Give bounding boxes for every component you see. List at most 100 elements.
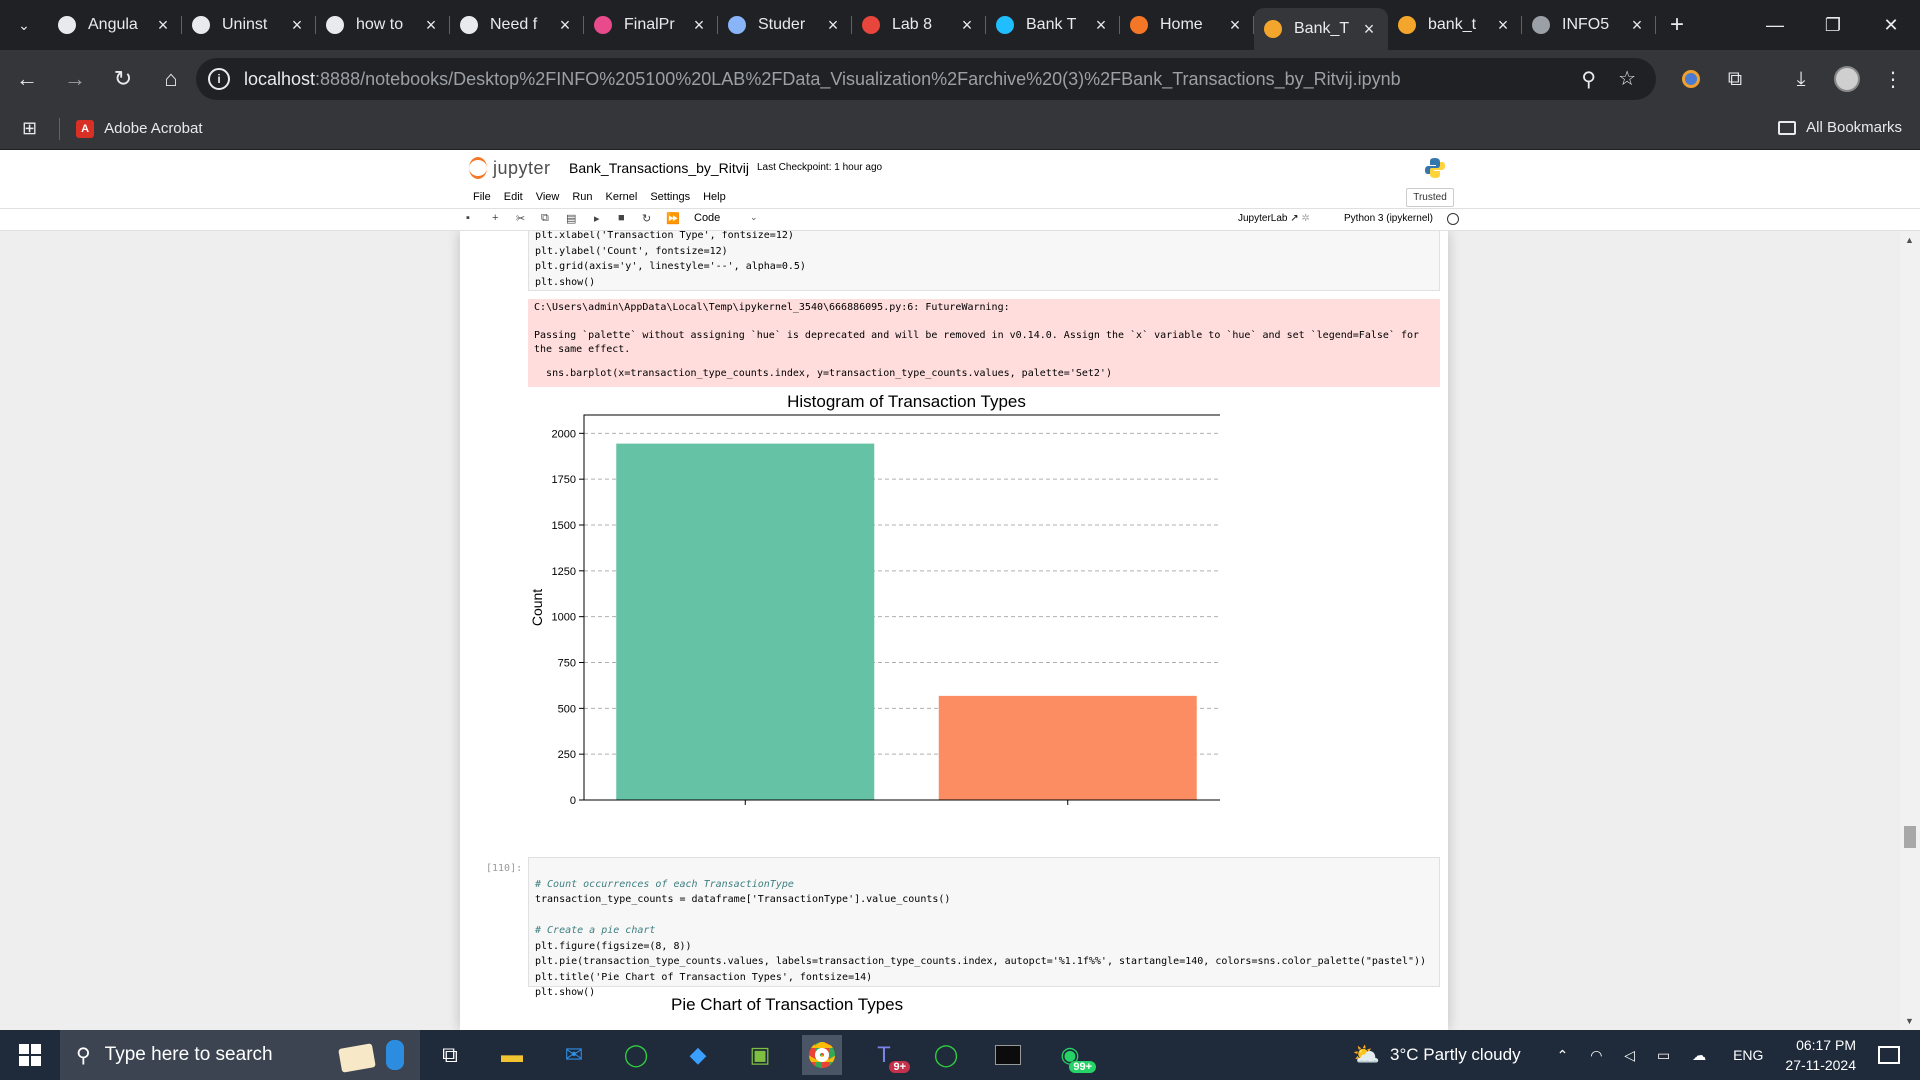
app-ring-2-icon[interactable]: ◯: [926, 1035, 966, 1075]
language-indicator[interactable]: ENG: [1733, 1047, 1763, 1063]
paste-icon[interactable]: ▤: [566, 212, 576, 225]
extensions-puzzle-icon[interactable]: ⧉: [1714, 58, 1756, 100]
y-tick-label: 250: [558, 749, 576, 761]
zoom-icon[interactable]: ⚲: [1581, 67, 1596, 92]
browser-tab[interactable]: Uninst ×: [182, 7, 316, 43]
browser-tab[interactable]: Need f ×: [450, 7, 584, 43]
menu-item-help[interactable]: Help: [703, 191, 726, 203]
notebook-icon: [1264, 20, 1282, 38]
code-line: plt.show(): [535, 987, 596, 998]
close-tab-icon[interactable]: ×: [556, 15, 574, 36]
browser-tab[interactable]: bank_t ×: [1388, 7, 1522, 43]
tab-search-button[interactable]: ⌄: [8, 9, 40, 41]
code-cell-pie[interactable]: # Count occurrences of each TransactionT…: [528, 857, 1440, 998]
reload-button[interactable]: ↻: [102, 58, 144, 100]
terminal-icon[interactable]: [988, 1035, 1028, 1075]
forward-button[interactable]: →: [54, 58, 96, 100]
minimize-button[interactable]: —: [1746, 0, 1804, 50]
scroll-down-icon[interactable]: ▼: [1905, 1016, 1914, 1026]
url-text[interactable]: localhost:8888/notebooks/Desktop%2FINFO%…: [244, 69, 1401, 90]
menu-item-file[interactable]: File: [473, 191, 491, 203]
fast-forward-icon[interactable]: ⏩: [666, 212, 680, 225]
clock[interactable]: 06:17 PM 27-11-2024: [1785, 1035, 1856, 1075]
bookmark-star-icon[interactable]: ☆: [1618, 66, 1636, 91]
restart-icon[interactable]: ↻: [642, 212, 651, 225]
close-tab-icon[interactable]: ×: [690, 15, 708, 36]
taskbar-search[interactable]: ⚲ Type here to search: [60, 1030, 420, 1080]
menu-item-run[interactable]: Run: [572, 191, 592, 203]
chrome-icon[interactable]: [802, 1035, 842, 1075]
menu-item-kernel[interactable]: Kernel: [606, 191, 638, 203]
close-tab-icon[interactable]: ×: [1494, 15, 1512, 36]
close-tab-icon[interactable]: ×: [1360, 19, 1378, 40]
file-explorer-icon[interactable]: ▬: [492, 1035, 532, 1075]
browser-tab[interactable]: Bank T ×: [986, 7, 1120, 43]
menu-item-view[interactable]: View: [536, 191, 560, 203]
weather-widget[interactable]: ⛅ 3°C Partly cloudy: [1353, 1042, 1521, 1068]
kernel-name[interactable]: Python 3 (ipykernel): [1344, 213, 1433, 224]
stop-icon[interactable]: ■: [618, 212, 625, 224]
profile-avatar[interactable]: [1826, 58, 1868, 100]
scroll-up-icon[interactable]: ▲: [1905, 235, 1914, 245]
browser-tab[interactable]: INFO5 ×: [1522, 7, 1656, 43]
browser-tab[interactable]: FinalPr ×: [584, 7, 718, 43]
notebook-title[interactable]: Bank_Transactions_by_Ritvij: [569, 160, 749, 176]
y-tick-label: 1500: [552, 520, 576, 532]
browser-tab[interactable]: Home ×: [1120, 7, 1254, 43]
run-icon[interactable]: ▸: [594, 212, 600, 225]
site-info-icon[interactable]: i: [208, 68, 230, 90]
restore-button[interactable]: ❐: [1804, 0, 1862, 50]
notification-center-icon[interactable]: [1878, 1046, 1900, 1064]
apps-grid-icon[interactable]: ⊞: [22, 118, 37, 139]
browser-tab[interactable]: Angula ×: [48, 7, 182, 43]
browser-tab[interactable]: Studer ×: [718, 7, 852, 43]
vertical-scrollbar[interactable]: ▲ ▼: [1900, 231, 1920, 1030]
jupyter-logo[interactable]: jupyter: [469, 157, 551, 179]
menu-item-settings[interactable]: Settings: [650, 191, 690, 203]
close-tab-icon[interactable]: ×: [288, 15, 306, 36]
whatsapp-icon[interactable]: ◉ 99+: [1050, 1035, 1096, 1075]
task-view-icon[interactable]: ⧉: [430, 1035, 470, 1075]
code-cell-plot[interactable]: plt.xlabel('Transaction Type', fontsize=…: [528, 231, 1440, 291]
all-bookmarks-button[interactable]: All Bookmarks: [1778, 119, 1902, 136]
close-tab-icon[interactable]: ×: [1226, 15, 1244, 36]
mail-icon[interactable]: ✉: [554, 1035, 594, 1075]
app-ring-icon[interactable]: ◯: [616, 1035, 656, 1075]
add-cell-icon[interactable]: +: [492, 212, 498, 224]
download-icon[interactable]: ⤓: [1780, 58, 1822, 100]
close-tab-icon[interactable]: ×: [958, 15, 976, 36]
copy-icon[interactable]: ⧉: [541, 212, 549, 225]
app-blue-icon[interactable]: ◆: [678, 1035, 718, 1075]
address-bar[interactable]: i localhost:8888/notebooks/Desktop%2FINF…: [196, 58, 1656, 100]
jupyterlab-link[interactable]: JupyterLab ↗ ✲: [1238, 213, 1310, 224]
folder-icon: [1778, 120, 1797, 135]
extension-icon[interactable]: [1670, 58, 1712, 100]
trusted-badge[interactable]: Trusted: [1406, 188, 1454, 207]
close-tab-icon[interactable]: ×: [422, 15, 440, 36]
start-button[interactable]: [0, 1030, 60, 1080]
tray-icons[interactable]: ⌃ ◠ ◁ ▭ ☁: [1557, 1047, 1716, 1064]
scrollbar-thumb[interactable]: [1904, 826, 1916, 848]
close-tab-icon[interactable]: ×: [154, 15, 172, 36]
home-button[interactable]: ⌂: [150, 58, 192, 100]
close-tab-icon[interactable]: ×: [1092, 15, 1110, 36]
cell-type-select[interactable]: Code ⌄: [694, 212, 758, 224]
openai-icon: [192, 16, 210, 34]
close-tab-icon[interactable]: ×: [1628, 15, 1646, 36]
more-menu-icon[interactable]: ⋮: [1872, 58, 1914, 100]
cut-icon[interactable]: ✂: [516, 212, 525, 225]
save-icon[interactable]: ▪: [466, 212, 470, 224]
back-button[interactable]: ←: [6, 58, 48, 100]
browser-tab[interactable]: Lab 8 ×: [852, 7, 986, 43]
browser-tab[interactable]: how to ×: [316, 7, 450, 43]
new-tab-button[interactable]: +: [1670, 11, 1684, 39]
close-tab-icon[interactable]: ×: [824, 15, 842, 36]
browser-tab[interactable]: Bank_T ×: [1254, 8, 1388, 50]
bookmark-adobe-acrobat[interactable]: A Adobe Acrobat: [76, 119, 203, 138]
close-window-button[interactable]: ✕: [1862, 0, 1920, 50]
teams-icon[interactable]: T 9+: [864, 1035, 910, 1075]
app-green-icon[interactable]: ▣: [740, 1035, 780, 1075]
menu-item-edit[interactable]: Edit: [504, 191, 523, 203]
jupyterlab-label: JupyterLab: [1238, 213, 1288, 224]
tab-title: Uninst: [222, 16, 268, 33]
